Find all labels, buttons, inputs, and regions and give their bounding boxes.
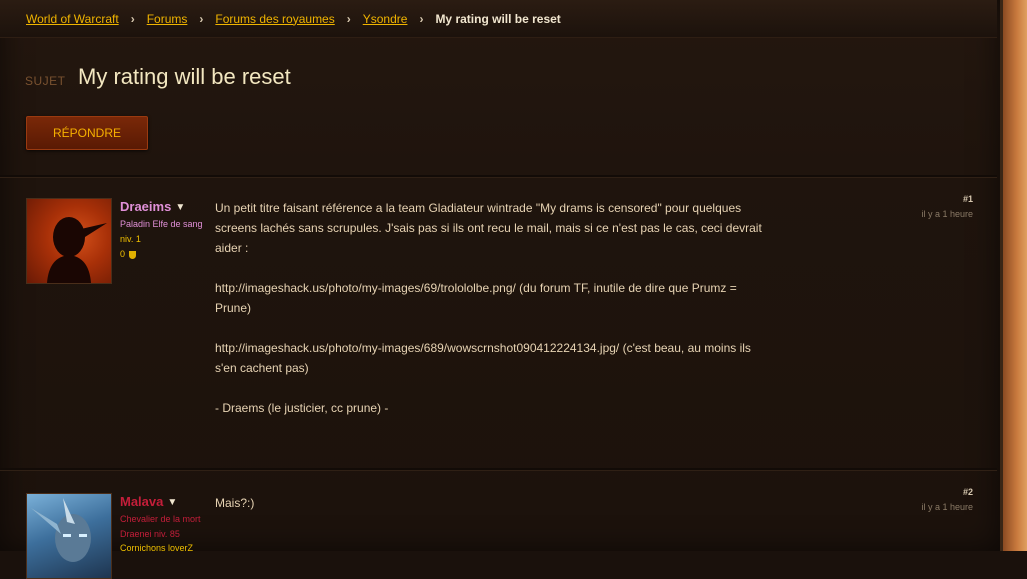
- chevron-right-icon: ›: [346, 11, 351, 26]
- author-class-race: Chevalier de la mort: [120, 514, 201, 524]
- post-timestamp: il y a 1 heure: [921, 502, 973, 512]
- chevron-right-icon: ›: [130, 11, 135, 26]
- post-paragraph: Un petit titre faisant référence a la te…: [215, 201, 762, 255]
- post-paragraph: - Draems (le justicier, cc prune) -: [215, 401, 389, 415]
- achievement-points: 0: [120, 249, 136, 259]
- avatar[interactable]: [26, 493, 112, 579]
- author-level: niv. 1: [120, 234, 141, 244]
- chevron-down-icon[interactable]: ▼: [167, 497, 177, 508]
- post-paragraph: http://imageshack.us/photo/my-images/689…: [215, 341, 751, 375]
- author-class-race: Paladin Elfe de sang: [120, 219, 203, 229]
- post-content: Un petit titre faisant référence a la te…: [215, 198, 775, 438]
- author-name[interactable]: Draeims ▼: [120, 199, 185, 214]
- breadcrumb-world-of-warcraft[interactable]: World of Warcraft: [26, 12, 119, 26]
- post-paragraph: Mais?:): [215, 496, 255, 510]
- breadcrumb-forums[interactable]: Forums: [147, 12, 188, 26]
- avatar[interactable]: [26, 198, 112, 284]
- author-name-text: Malava: [120, 494, 164, 509]
- topic-label: SUJET: [25, 74, 66, 88]
- character-silhouette-icon: [47, 217, 107, 283]
- breadcrumb-ysondre[interactable]: Ysondre: [363, 12, 408, 26]
- author-name[interactable]: Malava ▼: [120, 494, 177, 509]
- reply-button[interactable]: RÉPONDRE: [26, 116, 148, 150]
- chevron-right-icon: ›: [199, 11, 204, 26]
- author-guild[interactable]: Cornichons loverZ: [120, 543, 193, 553]
- shield-icon: [128, 250, 136, 259]
- chevron-down-icon[interactable]: ▼: [175, 202, 185, 213]
- post-timestamp: il y a 1 heure: [921, 209, 973, 219]
- forum-post: Draeims ▼ Paladin Elfe de sang niv. 1 0 U…: [0, 178, 997, 468]
- breadcrumb-forums-des-royaumes[interactable]: Forums des royaumes: [215, 12, 334, 26]
- forum-post: Malava ▼ Chevalier de la mort Draenei niv…: [0, 471, 997, 579]
- post-content: Mais?:): [215, 493, 775, 533]
- achievement-count: 0: [120, 249, 126, 259]
- chevron-right-icon: ›: [419, 11, 424, 26]
- page-title: My rating will be reset: [78, 64, 291, 89]
- forum-frame: World of Warcraft › Forums › Forums des …: [0, 0, 1003, 579]
- breadcrumb: World of Warcraft › Forums › Forums des …: [0, 0, 997, 38]
- post-paragraph: http://imageshack.us/photo/my-images/69/…: [215, 281, 737, 315]
- post-number[interactable]: #1: [963, 194, 973, 204]
- character-portrait-icon: [31, 498, 91, 562]
- breadcrumb-current: My rating will be reset: [435, 11, 561, 26]
- author-name-text: Draeims: [120, 199, 172, 214]
- author-level: Draenei niv. 85: [120, 529, 180, 539]
- post-number[interactable]: #2: [963, 487, 973, 497]
